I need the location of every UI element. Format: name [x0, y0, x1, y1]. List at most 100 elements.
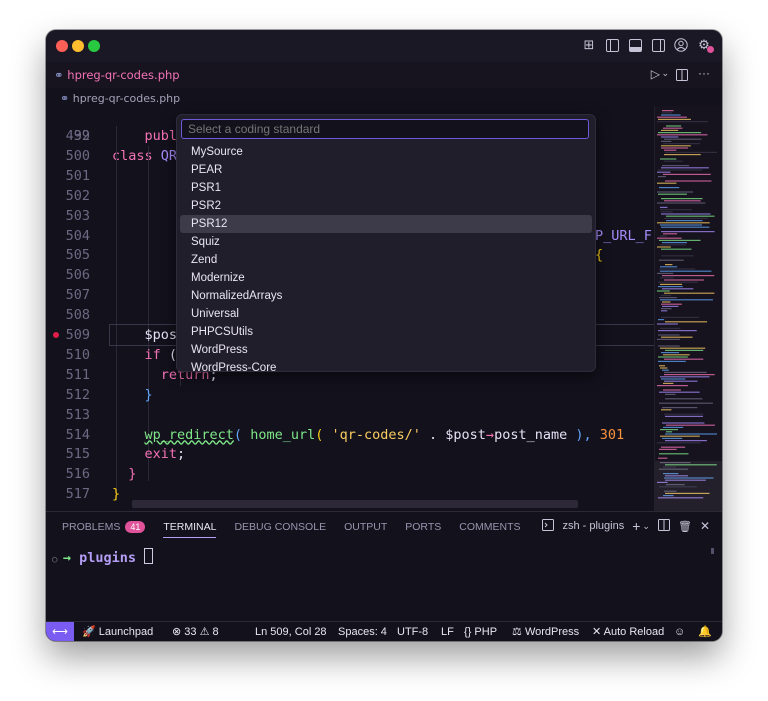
close-panel-icon[interactable]: ✕ — [700, 519, 710, 533]
code-line[interactable]: 512} — [46, 385, 651, 405]
minimap-line — [664, 374, 715, 376]
coding-standard-option[interactable]: PSR1 — [180, 179, 592, 197]
code-token: ; — [177, 446, 186, 463]
coding-standard-search-input[interactable] — [181, 119, 589, 139]
settings-gear-icon[interactable]: ⚙ — [696, 37, 714, 53]
toggle-panel-icon[interactable] — [627, 37, 643, 53]
minimap-line — [664, 200, 701, 202]
minimap-line — [658, 132, 702, 134]
toggle-secondary-sidebar-icon[interactable] — [650, 37, 666, 53]
new-terminal-icon[interactable]: + — [632, 518, 640, 534]
code-token: P_URL_F — [595, 227, 652, 244]
minimap-line — [663, 354, 690, 356]
eol-status[interactable]: LF — [441, 622, 454, 641]
minimap-line — [661, 129, 679, 131]
terminal-output[interactable]: ○ → plugins — [52, 548, 154, 566]
account-icon[interactable] — [673, 37, 689, 53]
editor-tab[interactable]: ⚭ hpreg-qr-codes.php — [54, 68, 180, 82]
terminal-name[interactable]: zsh - plugins — [562, 520, 624, 532]
minimap-line — [663, 382, 674, 384]
minimap-line — [663, 173, 711, 175]
code-line[interactable]: 516} — [46, 464, 651, 484]
panel-tab[interactable]: PROBLEMS 41 — [62, 521, 146, 533]
copilot-icon[interactable]: ☺ — [674, 622, 685, 641]
code-text: { — [595, 245, 603, 265]
split-terminal-icon[interactable] — [657, 518, 670, 534]
panel-tab[interactable]: OUTPUT — [344, 521, 387, 533]
kill-terminal-trash-icon[interactable]: 🗑 — [678, 520, 692, 533]
panel-tab[interactable]: COMMENTS — [459, 521, 520, 533]
minimap-line — [664, 358, 704, 360]
coding-standard-option[interactable]: PSR2 — [180, 197, 592, 215]
run-dropdown-chevron-icon[interactable]: ⌄ — [661, 68, 669, 79]
encoding-status[interactable]: UTF-8 — [397, 622, 428, 641]
panel-tab[interactable]: DEBUG CONSOLE — [234, 521, 326, 533]
split-editor-icon[interactable] — [676, 68, 688, 86]
minimap-line — [664, 371, 707, 373]
coding-standard-option[interactable]: NormalizedArrays — [180, 287, 592, 305]
coding-standard-option[interactable]: WordPress-Core — [180, 359, 592, 371]
minimize-window-button[interactable] — [72, 40, 84, 52]
code-line[interactable]: 514 wp_redirect( home_url( 'qr-codes/' . … — [46, 425, 651, 445]
code-text: } — [128, 464, 136, 484]
minimap[interactable] — [654, 106, 722, 511]
language-mode[interactable]: {} PHP — [464, 622, 497, 641]
minimap-line — [659, 365, 666, 367]
coding-standard-option[interactable]: PEAR — [180, 161, 592, 179]
minimap-line — [660, 266, 678, 268]
minimap-viewport[interactable] — [655, 461, 722, 511]
minimap-line — [661, 409, 672, 411]
code-text: wp_redirect( home_url( 'qr-codes/' . $po… — [145, 425, 625, 445]
coding-standard-option[interactable]: Universal — [180, 305, 592, 323]
code-token: } — [144, 386, 153, 403]
code-token: post_name — [494, 426, 568, 443]
code-line[interactable]: 515 exit; — [46, 444, 651, 464]
minimap-line — [661, 198, 703, 200]
code-editor[interactable]: 32 class QR 499 publ 500 501 502 503 504 P_URL_… — [46, 106, 722, 511]
cursor-position[interactable]: Ln 509, Col 28 — [255, 622, 327, 641]
code-token: ( — [233, 426, 251, 443]
code-text: P_URL_F — [595, 226, 652, 246]
minimap-line — [660, 347, 706, 349]
problems-status[interactable]: ⊗ 33 ⚠ 8 — [172, 622, 219, 641]
indentation-status[interactable]: Spaces: 4 — [338, 622, 387, 641]
minimap-line — [658, 356, 688, 358]
breakpoint-icon[interactable] — [53, 332, 59, 338]
customize-layout-icon[interactable]: ⊞ — [581, 37, 597, 53]
minimap-line — [659, 453, 689, 455]
minimap-line — [657, 272, 674, 274]
coding-standard-option[interactable]: Squiz — [180, 233, 592, 251]
zoom-window-button[interactable] — [88, 40, 100, 52]
breadcrumb[interactable]: ⚭ hpreg-qr-codes.php — [60, 92, 180, 105]
coding-standard-option[interactable]: Zend — [180, 251, 592, 269]
code-token: wp_redirect — [144, 426, 234, 443]
minimap-line — [661, 316, 700, 318]
terminal-dropdown-chevron-icon[interactable]: ⌄ — [642, 521, 650, 532]
coding-standard-status[interactable]: ⚖ WordPress — [512, 622, 579, 641]
coding-standard-option[interactable]: PHPCSUtils — [180, 323, 592, 341]
toggle-sidebar-icon[interactable] — [604, 37, 620, 53]
panel-tab[interactable]: PORTS — [405, 521, 441, 533]
editor-window: ⊞ ⚙ ⚭ hpreg-qr-codes.php ▷ ⌄ ··· ⚭ hpreg… — [46, 30, 722, 641]
launchpad-status[interactable]: 🚀 Launchpad — [82, 622, 153, 641]
panel-tab[interactable]: TERMINAL — [163, 521, 217, 538]
run-icon[interactable]: ▷ — [651, 67, 660, 81]
code-line[interactable]: 513 — [46, 405, 651, 425]
remote-indicator-icon[interactable]: ⟷ — [46, 622, 74, 641]
minimap-line — [661, 167, 709, 169]
coding-standard-option[interactable]: PSR12 — [180, 215, 592, 233]
problems-count-badge: 41 — [125, 521, 146, 533]
coding-standard-option[interactable]: Modernize — [180, 269, 592, 287]
panel-tab-label: DEBUG CONSOLE — [234, 521, 327, 533]
close-window-button[interactable] — [56, 40, 68, 52]
horizontal-scrollbar[interactable] — [132, 500, 578, 508]
minimap-line — [657, 290, 670, 292]
more-actions-icon[interactable]: ··· — [698, 66, 710, 80]
notifications-bell-icon[interactable]: 🔔 — [698, 622, 712, 641]
auto-reload-status[interactable]: ✕ Auto Reload — [592, 622, 664, 641]
code-token: if — [144, 346, 161, 363]
coding-standard-option[interactable]: WordPress — [180, 341, 592, 359]
coding-standard-option[interactable]: MySource — [180, 143, 592, 161]
terminal-scrollbar[interactable] — [711, 548, 714, 554]
minimap-line — [659, 187, 680, 189]
